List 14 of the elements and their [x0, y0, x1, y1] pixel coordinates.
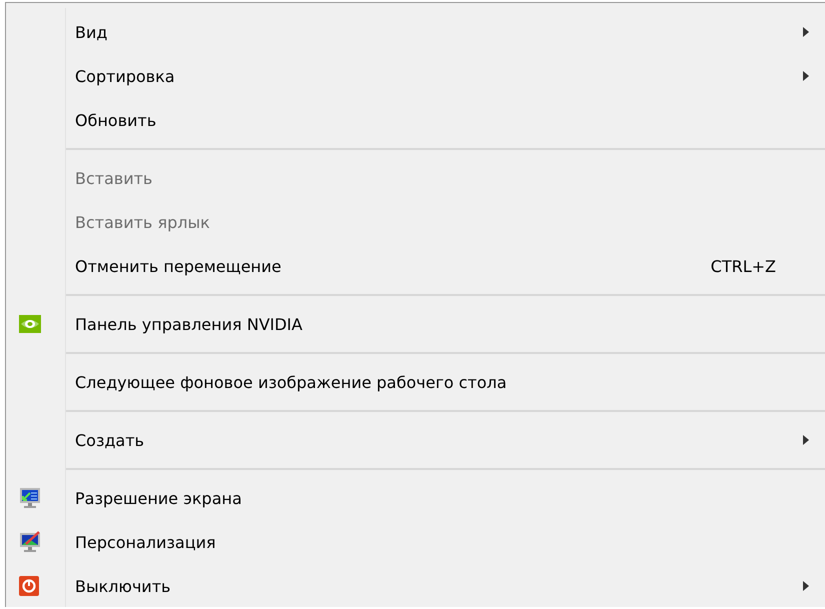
- menu-item[interactable]: Создать: [6, 418, 825, 462]
- menu-item[interactable]: Сортировка: [6, 54, 825, 98]
- menu-item[interactable]: Панель управления NVIDIA: [6, 302, 825, 346]
- menu-item[interactable]: Обновить: [6, 98, 825, 142]
- monitor-icon: [19, 487, 41, 509]
- menu-item[interactable]: Отменить перемещение CTRL+Z: [6, 244, 825, 288]
- eye-icon: [19, 315, 41, 333]
- menu-item[interactable]: Выключить: [6, 564, 825, 608]
- menu-item[interactable]: Следующее фоновое изображение рабочего стола: [6, 360, 825, 404]
- menu-item[interactable]: Персонализация: [6, 520, 825, 564]
- monitor-icon: [19, 531, 41, 553]
- menu-item[interactable]: Вид: [6, 10, 825, 54]
- menu-item[interactable]: Разрешение экрана: [6, 476, 825, 520]
- power-icon: [19, 576, 39, 596]
